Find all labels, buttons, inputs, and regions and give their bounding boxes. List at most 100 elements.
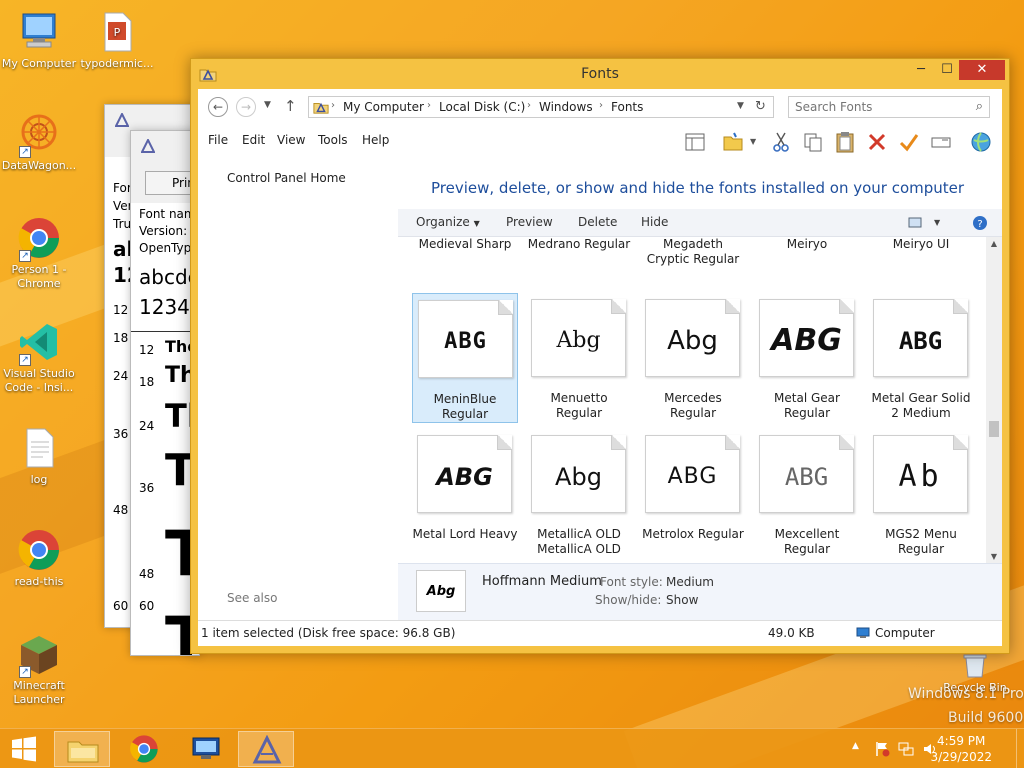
font-item[interactable]: Ab MGS2 Menu Regular — [868, 429, 974, 559]
font-name: Meiryo UI — [892, 237, 950, 251]
desktop-icon-minecraft[interactable]: ↗ Minecraft Launcher — [0, 632, 78, 707]
font-item[interactable]: ABG Metrolox Regular — [640, 429, 746, 559]
font-sample: Abg — [667, 326, 718, 356]
font-item[interactable]: Abg Mercedes Regular — [640, 293, 746, 423]
up-button[interactable]: ↑ — [284, 97, 297, 115]
font-item[interactable]: Medrano Regular — [526, 237, 632, 275]
window-title: Fonts — [581, 66, 619, 82]
menu-file[interactable]: File — [208, 133, 228, 147]
font-item[interactable]: ABG Metal Gear Solid 2 Medium — [868, 293, 974, 423]
desktop-icon-chrome-person1[interactable]: ↗ Person 1 - Chrome — [0, 216, 78, 291]
font-item[interactable]: Megadeth Cryptic Regular — [640, 237, 746, 275]
desktop-icon-read-this[interactable]: read-this — [0, 528, 78, 589]
maximize-button[interactable]: ☐ — [933, 60, 961, 80]
scroll-up-arrow-icon[interactable]: ▲ — [986, 239, 1002, 248]
breadcrumb-windows[interactable]: Windows — [539, 100, 593, 114]
font-item-selected[interactable]: ABG MeninBlue Regular — [412, 293, 518, 423]
change-view-icon[interactable] — [908, 216, 924, 230]
show-hidden-icons-chevron-icon[interactable]: ▲ — [852, 741, 859, 751]
breadcrumb-local-disk[interactable]: Local Disk (C:) — [439, 100, 525, 114]
font-sample: ABG — [898, 327, 943, 355]
text-file-icon — [17, 426, 61, 470]
back-button[interactable]: ← — [208, 97, 228, 117]
show-desktop-button[interactable] — [1016, 729, 1024, 768]
search-input[interactable] — [789, 97, 959, 117]
forward-button[interactable]: → — [236, 97, 256, 117]
copy-icon[interactable] — [802, 131, 824, 153]
clock-date: 3/29/2022 — [930, 750, 992, 764]
breadcrumb-fonts[interactable]: Fonts — [611, 100, 643, 114]
status-size: 49.0 KB — [768, 626, 815, 640]
font-preview-page: ABG — [873, 299, 968, 377]
desktop-icon-typodermic[interactable]: P typodermic... — [78, 10, 156, 71]
close-button[interactable]: ✕ — [959, 60, 1005, 80]
action-center-flag-icon[interactable] — [874, 741, 890, 757]
address-bar[interactable]: › My Computer › Local Disk (C:) › Window… — [308, 96, 774, 118]
recent-locations-chevron-icon[interactable]: ▼ — [264, 100, 271, 110]
desktop-icon-my-computer[interactable]: My Computer — [0, 10, 78, 71]
folder-options-icon[interactable] — [722, 131, 744, 153]
showhide-label: Show/hide: — [595, 593, 662, 607]
desktop-icon-datawagon[interactable]: ↗ DataWagon... — [0, 112, 78, 173]
title-bar[interactable]: Fonts ─ ☐ ✕ — [191, 59, 1009, 89]
start-button[interactable] — [0, 731, 48, 767]
font-item[interactable]: Meiryo — [754, 237, 860, 275]
menu-tools[interactable]: Tools — [318, 133, 348, 147]
vertical-scrollbar[interactable]: ▲ ▼ — [986, 237, 1002, 563]
preview-button[interactable]: Preview — [506, 215, 553, 229]
hide-button[interactable]: Hide — [641, 215, 668, 229]
organize-button[interactable]: Organize ▼ — [416, 215, 480, 229]
font-item[interactable]: Abg Menuetto Regular — [526, 293, 632, 423]
preview-pane-icon[interactable] — [684, 131, 706, 153]
fonts-window[interactable]: Fonts ─ ☐ ✕ ← → ▼ ↑ › My Computer › Loca… — [190, 58, 1010, 654]
font-preview-page: ABG — [417, 435, 512, 513]
breadcrumb-my-computer[interactable]: My Computer — [343, 100, 424, 114]
view-chevron-icon[interactable]: ▼ — [934, 218, 940, 227]
details-font-thumbnail: Abg — [416, 570, 466, 612]
taskbar-font-viewer[interactable] — [238, 731, 294, 767]
address-dropdown-chevron-icon[interactable]: ▼ — [737, 101, 744, 111]
shortcut-arrow-icon: ↗ — [19, 146, 31, 158]
control-panel-home-link[interactable]: Control Panel Home — [227, 171, 346, 185]
content-pane: Preview, delete, or show and hide the fo… — [398, 157, 1002, 620]
delete-button[interactable]: Delete — [578, 215, 617, 229]
font-item[interactable]: ABG Metal Gear Regular — [754, 293, 860, 423]
delete-x-icon[interactable] — [866, 131, 888, 153]
desktop-icon-vscode[interactable]: ↗ Visual Studio Code - Insi... — [0, 320, 78, 395]
help-icon[interactable]: ? — [972, 215, 988, 231]
font-name: Metal Lord Heavy — [412, 527, 518, 541]
scroll-down-arrow-icon[interactable]: ▼ — [986, 552, 1002, 561]
desktop-icon-log[interactable]: log — [0, 426, 78, 487]
size-label: 18 — [113, 331, 129, 345]
font-item[interactable]: Medieval Sharp — [412, 237, 518, 275]
taskbar-remote-desktop[interactable] — [178, 731, 234, 767]
font-name: MGS2 Menu Regular — [885, 527, 957, 556]
taskbar-file-explorer[interactable] — [54, 731, 110, 767]
search-box[interactable]: ⌕ — [788, 96, 990, 118]
refresh-icon[interactable]: ↻ — [755, 99, 766, 114]
world-icon[interactable] — [970, 131, 992, 153]
menu-help[interactable]: Help — [362, 133, 389, 147]
font-item[interactable]: ABG Metal Lord Heavy — [412, 429, 518, 559]
font-item[interactable]: Abg MetallicA OLD MetallicA OLD — [526, 429, 632, 559]
font-sample: ABG — [436, 463, 493, 491]
minimize-button[interactable]: ─ — [907, 60, 935, 80]
menu-view[interactable]: View — [277, 133, 305, 147]
rename-icon[interactable] — [930, 131, 952, 153]
datawagon-icon: ↗ — [17, 112, 61, 158]
cut-icon[interactable] — [770, 131, 792, 153]
font-sample: ABG — [444, 329, 487, 354]
menu-edit[interactable]: Edit — [242, 133, 265, 147]
font-item[interactable]: Meiryo UI — [868, 237, 974, 275]
details-pane: Abg Hoffmann Medium Font style: Medium S… — [398, 563, 1002, 620]
network-icon[interactable] — [898, 741, 914, 757]
taskbar-chrome[interactable] — [116, 731, 172, 767]
font-name: Menuetto Regular — [550, 391, 608, 420]
properties-check-icon[interactable] — [898, 131, 920, 153]
system-clock[interactable]: 4:59 PM 3/29/2022 — [930, 733, 992, 765]
font-item[interactable]: ABG Mexcellent Regular — [754, 429, 860, 559]
paste-icon[interactable] — [834, 131, 856, 153]
scroll-thumb[interactable] — [989, 421, 999, 437]
folder-options-chevron-icon[interactable]: ▼ — [750, 137, 756, 146]
search-icon[interactable]: ⌕ — [976, 99, 983, 114]
